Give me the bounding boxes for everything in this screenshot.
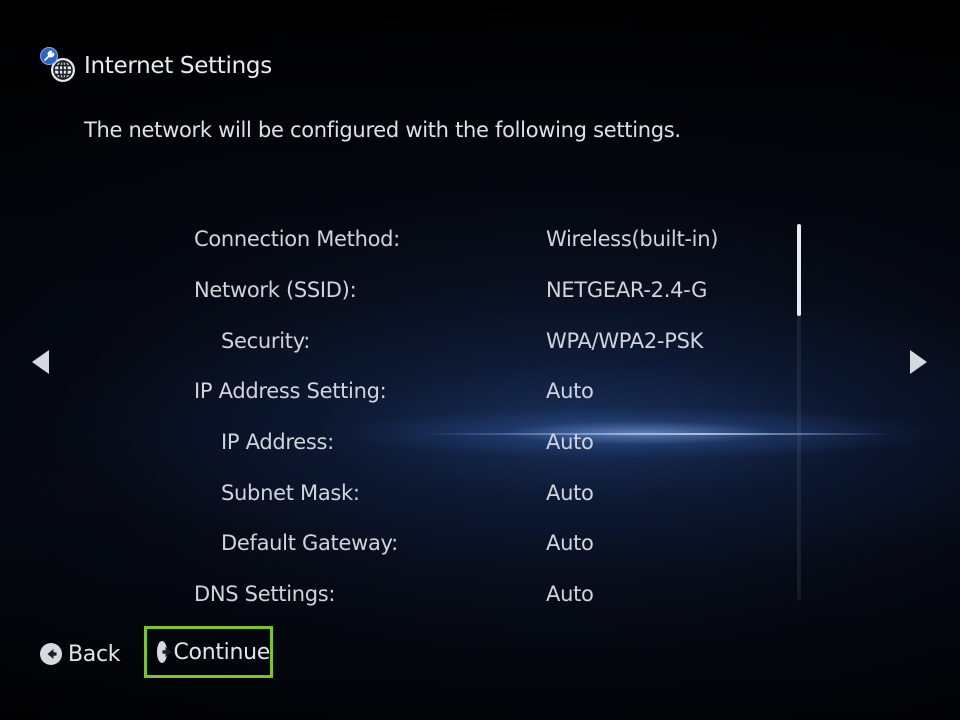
- previous-arrow-icon[interactable]: [32, 350, 49, 374]
- page-title: Internet Settings: [84, 53, 272, 79]
- settings-row: Security: WPA/WPA2-PSK: [194, 315, 774, 366]
- setting-value: Auto: [546, 379, 594, 404]
- back-circle-icon: [40, 643, 62, 665]
- internet-settings-screen: Internet Settings The network will be co…: [0, 0, 960, 720]
- setting-label: Default Gateway:: [221, 531, 398, 556]
- globe-icon: [40, 47, 78, 85]
- back-label: Back: [68, 641, 121, 667]
- scrollbar-thumb[interactable]: [797, 224, 801, 316]
- settings-row: DNS Settings: Auto: [194, 569, 774, 620]
- settings-row: Subnet Mask: Auto: [194, 467, 774, 518]
- setting-value: Auto: [546, 582, 594, 607]
- continue-label: Continue: [173, 639, 270, 665]
- back-button[interactable]: Back: [40, 636, 121, 672]
- setting-label: Subnet Mask:: [221, 480, 360, 505]
- settings-row: Connection Method: Wireless(built-in): [194, 214, 774, 265]
- setting-label: IP Address Setting:: [194, 379, 387, 404]
- setting-label: DNS Settings:: [194, 582, 336, 607]
- setting-value: Auto: [546, 430, 594, 455]
- wrench-icon: [40, 47, 58, 65]
- settings-description: The network will be configured with the …: [84, 118, 681, 142]
- setting-value: Wireless(built-in): [546, 227, 719, 252]
- continue-circle-icon: [157, 641, 172, 663]
- settings-row: IP Address Setting: Auto: [194, 366, 774, 417]
- settings-list: Connection Method: Wireless(built-in) Netw…: [194, 214, 774, 620]
- setting-label: Network (SSID):: [194, 278, 357, 303]
- setting-label: IP Address:: [221, 430, 334, 455]
- setting-value: Auto: [546, 480, 594, 505]
- setting-label: Security:: [221, 328, 311, 353]
- header: Internet Settings: [40, 42, 272, 90]
- continue-button[interactable]: Continue: [144, 626, 273, 678]
- setting-value: Auto: [546, 531, 594, 556]
- scrollbar[interactable]: [797, 224, 801, 600]
- next-arrow-icon[interactable]: [910, 350, 927, 374]
- setting-value: WPA/WPA2-PSK: [546, 328, 704, 353]
- settings-row: Network (SSID): NETGEAR-2.4-G: [194, 265, 774, 316]
- setting-value: NETGEAR-2.4-G: [546, 278, 708, 303]
- settings-row: Default Gateway: Auto: [194, 518, 774, 569]
- settings-row: IP Address: Auto: [194, 417, 774, 468]
- setting-label: Connection Method:: [194, 227, 400, 252]
